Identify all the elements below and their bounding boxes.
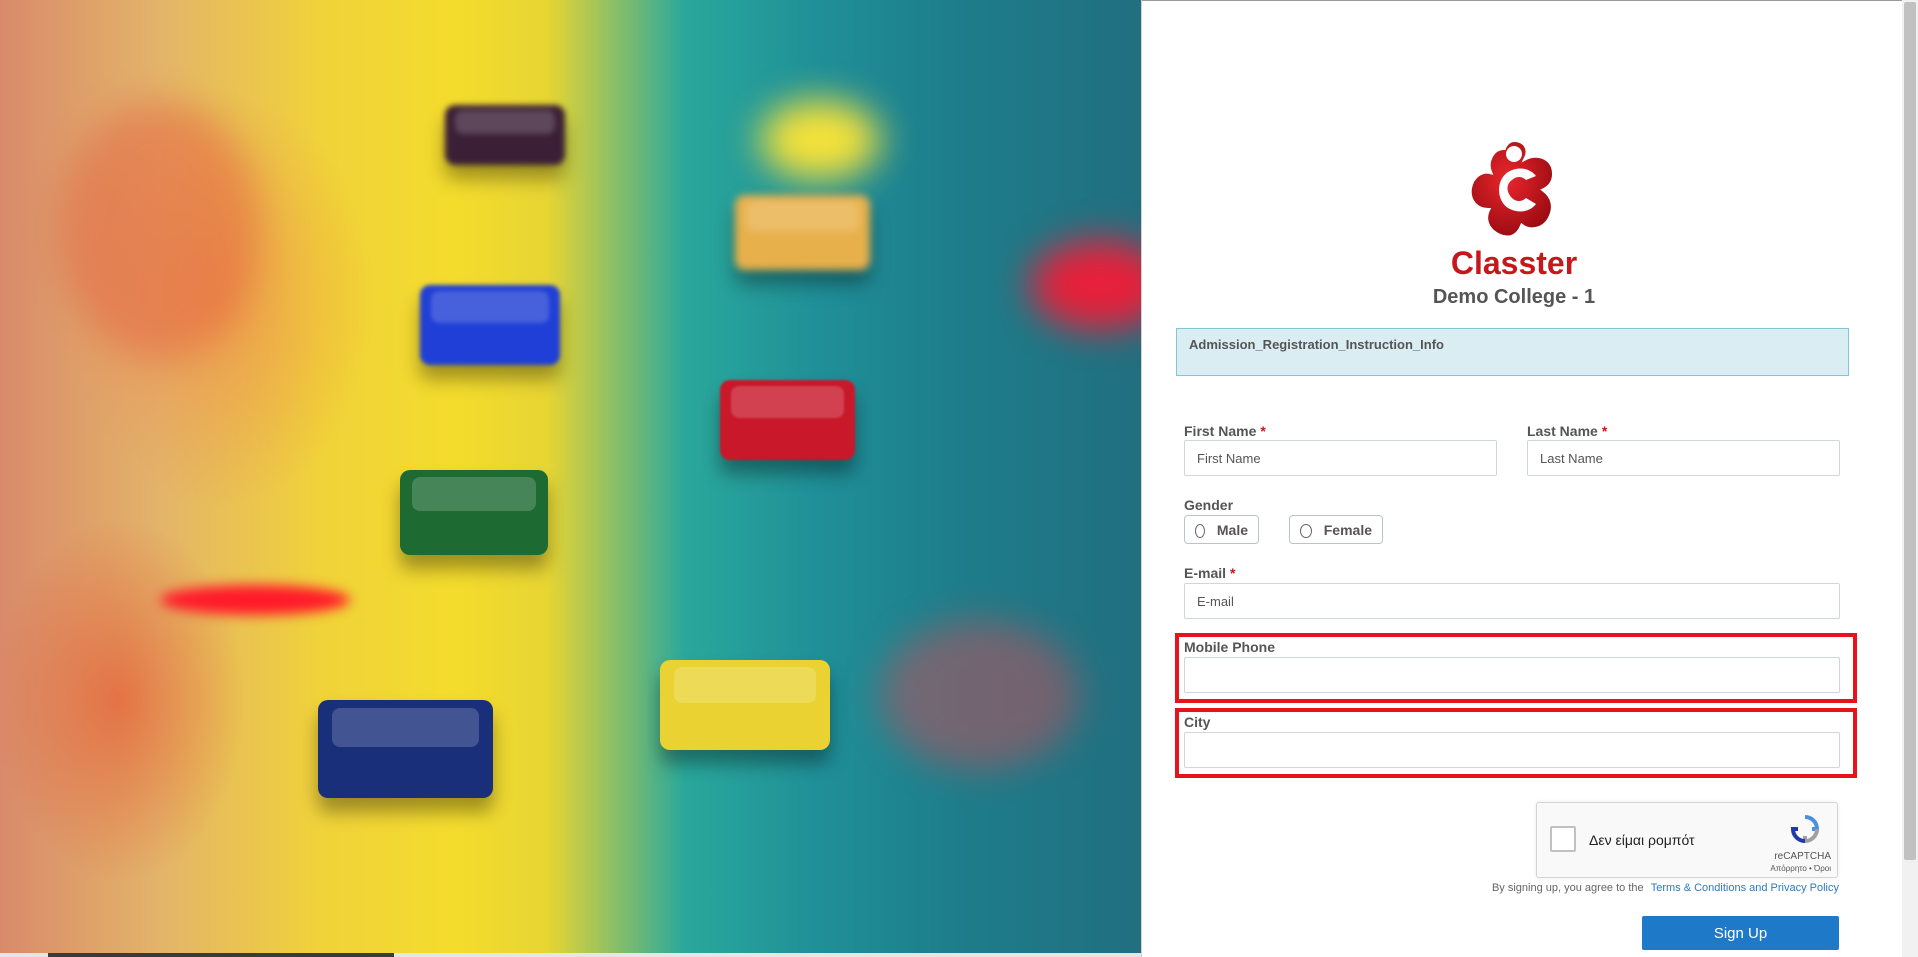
terms-notice: By signing up, you agree to the Terms & …	[1342, 882, 1839, 894]
last-name-label: Last Name *	[1527, 423, 1607, 439]
required-marker: *	[1260, 423, 1266, 439]
info-message: Admission_Registration_Instruction_Info	[1176, 328, 1849, 376]
recaptcha-privacy-links[interactable]: Απόρρητο • Όροι	[1770, 864, 1831, 873]
gender-male-label: Male	[1216, 521, 1248, 538]
paint-blot	[160, 585, 350, 615]
paint-blot	[60, 100, 260, 360]
radio-circle-icon	[1300, 523, 1312, 538]
required-marker: *	[1230, 565, 1236, 581]
paint-cube	[445, 105, 565, 165]
paint-cube	[735, 195, 870, 270]
email-input[interactable]	[1184, 583, 1840, 619]
first-name-label-text: First Name	[1184, 423, 1257, 439]
paint-cube	[720, 380, 855, 460]
gender-female-label: Female	[1323, 521, 1372, 538]
terms-link[interactable]: Terms & Conditions and Privacy Policy	[1651, 882, 1839, 894]
horizontal-scrollbar-thumb[interactable]	[48, 953, 394, 957]
gender-male-radio[interactable]: Male	[1184, 515, 1259, 544]
paint-blot	[880, 620, 1080, 770]
background-artwork	[0, 0, 1141, 957]
radio-circle-icon	[1195, 523, 1205, 538]
recaptcha-widget: Δεν είμαι ρομπότ reCAPTCHA Απόρρητο • Όρ…	[1536, 802, 1838, 878]
paint-cube	[318, 700, 493, 798]
recaptcha-label: Δεν είμαι ρομπότ	[1589, 832, 1695, 848]
horizontal-scrollbar[interactable]	[0, 953, 1141, 957]
classter-logo	[1467, 137, 1557, 240]
recaptcha-icon	[1790, 815, 1820, 844]
city-label: City	[1184, 714, 1211, 730]
scrollbar-thumb[interactable]	[1904, 2, 1916, 860]
paint-blot	[760, 100, 880, 180]
gender-female-radio[interactable]: Female	[1289, 515, 1383, 544]
brand-name: Classter	[1450, 245, 1578, 281]
last-name-input[interactable]	[1527, 440, 1840, 476]
required-marker: *	[1601, 423, 1608, 439]
first-name-label: First Name *	[1184, 423, 1266, 439]
college-name: Demo College - 1	[1432, 286, 1596, 308]
recaptcha-checkbox[interactable]	[1550, 826, 1576, 852]
paint-cube	[400, 470, 548, 555]
gender-label: Gender	[1184, 497, 1234, 513]
paint-blot	[1030, 240, 1141, 330]
email-label-text: E-mail	[1184, 565, 1227, 581]
paint-cube	[660, 660, 830, 750]
signup-panel: Classter Demo College - 1 Admission_Regi…	[1142, 0, 1902, 957]
first-name-input[interactable]	[1184, 440, 1497, 476]
mobile-phone-input[interactable]	[1184, 657, 1840, 693]
signup-button[interactable]: Sign Up	[1642, 916, 1839, 950]
paint-cube	[420, 285, 560, 365]
email-label: E-mail *	[1184, 565, 1235, 581]
last-name-label-text: Last Name	[1527, 423, 1598, 439]
recaptcha-brand: reCAPTCHA	[1774, 851, 1831, 862]
vertical-scrollbar[interactable]	[1902, 0, 1918, 957]
city-input[interactable]	[1184, 732, 1840, 768]
mobile-phone-label: Mobile Phone	[1184, 639, 1275, 655]
terms-prefix: By signing up, you agree to the	[1491, 882, 1644, 894]
